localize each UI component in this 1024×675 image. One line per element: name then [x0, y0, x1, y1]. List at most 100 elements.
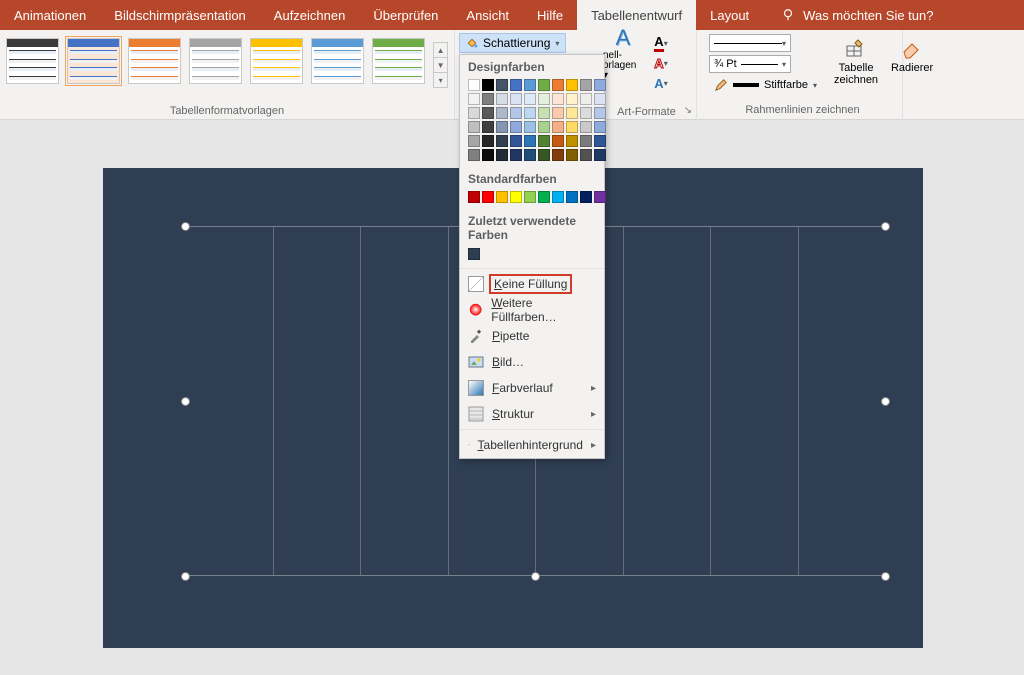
- tab-aufzeichnen[interactable]: Aufzeichnen: [260, 0, 360, 30]
- color-swatch[interactable]: [496, 149, 508, 161]
- selection-handle[interactable]: [881, 397, 890, 406]
- color-swatch[interactable]: [468, 191, 480, 203]
- color-swatch[interactable]: [538, 135, 550, 147]
- color-swatch[interactable]: [468, 107, 480, 119]
- color-swatch[interactable]: [482, 135, 494, 147]
- table-style-thumb[interactable]: [67, 38, 120, 84]
- gallery-scroll-btn[interactable]: ▼: [434, 58, 447, 73]
- color-swatch[interactable]: [482, 107, 494, 119]
- color-swatch[interactable]: [566, 93, 578, 105]
- color-swatch[interactable]: [496, 93, 508, 105]
- color-swatch[interactable]: [496, 79, 508, 91]
- color-swatch[interactable]: [482, 191, 494, 203]
- color-swatch[interactable]: [524, 149, 536, 161]
- table-style-thumb[interactable]: [6, 38, 59, 84]
- color-swatch[interactable]: [524, 107, 536, 119]
- dd-no-fill[interactable]: Keine Füllung: [460, 271, 604, 297]
- color-swatch[interactable]: [566, 149, 578, 161]
- color-swatch[interactable]: [580, 191, 592, 203]
- color-swatch[interactable]: [580, 121, 592, 133]
- color-swatch[interactable]: [594, 79, 606, 91]
- color-swatch[interactable]: [524, 135, 536, 147]
- color-swatch[interactable]: [510, 135, 522, 147]
- dd-picture[interactable]: Bild…: [460, 349, 604, 375]
- table-style-thumb[interactable]: [250, 38, 303, 84]
- color-swatch[interactable]: [538, 79, 550, 91]
- tab-ueberpruefen[interactable]: Überprüfen: [359, 0, 452, 30]
- tab-animationen[interactable]: Animationen: [0, 0, 100, 30]
- color-swatch[interactable]: [468, 93, 480, 105]
- dd-gradient[interactable]: Farbverlauf▸: [460, 375, 604, 401]
- color-swatch[interactable]: [552, 135, 564, 147]
- color-swatch[interactable]: [538, 121, 550, 133]
- eraser-button[interactable]: Radierer: [888, 34, 936, 74]
- selection-handle[interactable]: [881, 222, 890, 231]
- color-swatch[interactable]: [524, 191, 536, 203]
- selection-handle[interactable]: [181, 222, 190, 231]
- color-swatch[interactable]: [580, 93, 592, 105]
- color-swatch[interactable]: [510, 191, 522, 203]
- selection-handle[interactable]: [181, 572, 190, 581]
- text-effects-button[interactable]: A▾: [649, 74, 673, 92]
- color-swatch[interactable]: [594, 191, 606, 203]
- color-swatch[interactable]: [468, 121, 480, 133]
- table-style-thumb[interactable]: [311, 38, 364, 84]
- color-swatch[interactable]: [496, 135, 508, 147]
- selection-handle[interactable]: [881, 572, 890, 581]
- color-swatch[interactable]: [496, 191, 508, 203]
- color-swatch[interactable]: [566, 135, 578, 147]
- color-swatch[interactable]: [538, 191, 550, 203]
- color-swatch[interactable]: [580, 149, 592, 161]
- color-swatch[interactable]: [468, 149, 480, 161]
- tab-bildschirmpraesentation[interactable]: Bildschirmpräsentation: [100, 0, 260, 30]
- table-style-thumb[interactable]: [372, 38, 425, 84]
- table-style-thumb[interactable]: [128, 38, 181, 84]
- tab-tabellenentwurf[interactable]: Tabellenentwurf: [577, 0, 696, 30]
- color-swatch[interactable]: [482, 93, 494, 105]
- color-swatch[interactable]: [566, 191, 578, 203]
- gallery-scroll-btn[interactable]: ▲: [434, 43, 447, 58]
- wordart-quick-styles[interactable]: A nell-orlagen ▾: [603, 34, 643, 72]
- tell-me-search[interactable]: Was möchten Sie tun?: [763, 0, 933, 30]
- color-swatch[interactable]: [510, 93, 522, 105]
- color-swatch[interactable]: [594, 93, 606, 105]
- color-swatch[interactable]: [552, 149, 564, 161]
- color-swatch[interactable]: [552, 79, 564, 91]
- text-outline-button[interactable]: A▾: [649, 54, 673, 72]
- text-fill-button[interactable]: A▾: [649, 34, 673, 52]
- color-swatch[interactable]: [468, 79, 480, 91]
- color-swatch[interactable]: [580, 107, 592, 119]
- pen-color-button[interactable]: Stiftfarbe▾: [709, 76, 822, 94]
- table-style-thumb[interactable]: [189, 38, 242, 84]
- color-swatch[interactable]: [566, 107, 578, 119]
- selection-handle[interactable]: [181, 397, 190, 406]
- selection-handle[interactable]: [531, 572, 540, 581]
- color-swatch[interactable]: [538, 149, 550, 161]
- color-swatch[interactable]: [524, 93, 536, 105]
- color-swatch[interactable]: [552, 107, 564, 119]
- color-swatch[interactable]: [510, 121, 522, 133]
- color-swatch[interactable]: [468, 135, 480, 147]
- dd-texture[interactable]: Struktur▸: [460, 401, 604, 427]
- color-swatch[interactable]: [524, 121, 536, 133]
- color-swatch[interactable]: [580, 79, 592, 91]
- pen-style-combo[interactable]: ▾: [709, 34, 791, 52]
- color-swatch[interactable]: [594, 121, 606, 133]
- tab-ansicht[interactable]: Ansicht: [452, 0, 523, 30]
- dd-table-background[interactable]: Tabellenhintergrund▸: [460, 432, 604, 458]
- color-swatch[interactable]: [482, 121, 494, 133]
- color-swatch[interactable]: [552, 121, 564, 133]
- color-swatch[interactable]: [580, 135, 592, 147]
- color-swatch[interactable]: [496, 107, 508, 119]
- color-swatch[interactable]: [538, 93, 550, 105]
- gallery-scroll-btn[interactable]: ▾: [434, 73, 447, 87]
- color-swatch[interactable]: [482, 149, 494, 161]
- wordart-dialog-launcher[interactable]: ↘: [684, 105, 692, 116]
- tab-hilfe[interactable]: Hilfe: [523, 0, 577, 30]
- dd-eyedropper[interactable]: Pipette: [460, 323, 604, 349]
- dd-more-colors[interactable]: Weitere Füllfarben…: [460, 297, 604, 323]
- color-swatch[interactable]: [594, 135, 606, 147]
- color-swatch[interactable]: [566, 121, 578, 133]
- color-swatch[interactable]: [552, 191, 564, 203]
- color-swatch[interactable]: [538, 107, 550, 119]
